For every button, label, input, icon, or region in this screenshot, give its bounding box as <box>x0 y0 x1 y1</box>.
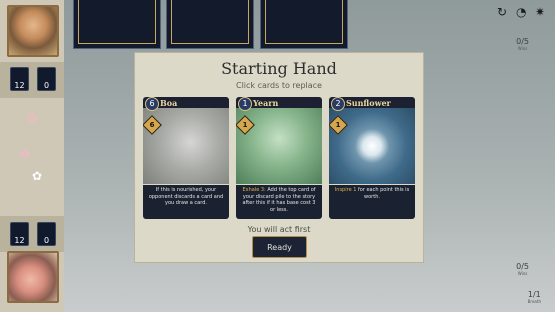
opponent-hand-card <box>260 0 348 49</box>
card-text: Inspire 1 for each point this is worth. <box>329 185 415 219</box>
card-text: Exhale 3: Add the top card of your disca… <box>236 185 322 219</box>
card-name: Yearn <box>253 98 279 108</box>
turn-order-text: You will act first <box>247 225 311 234</box>
player-hand-pile[interactable]: 0 <box>37 222 56 246</box>
flower-icon: ✿ <box>32 169 43 183</box>
card-cost: 2 <box>331 97 345 111</box>
player-deck-pile[interactable]: 12 <box>10 222 29 246</box>
opponent-hand-card <box>73 0 161 49</box>
undo-icon[interactable]: ↻ <box>497 6 507 18</box>
opponent-deck-pile[interactable]: 12 <box>10 67 29 91</box>
opponent-avatar[interactable] <box>7 5 59 57</box>
breath-counter: 1/1 Breath <box>527 290 541 304</box>
card-text: If this is nourished, your opponent disc… <box>143 185 229 219</box>
card-sunflower[interactable]: 2 Sunflower 1 Inspire 1 for each point t… <box>329 97 415 219</box>
starting-hand-dialog: Starting Hand Click cards to replace 6 B… <box>134 52 424 263</box>
card-cost: 1 <box>238 97 252 111</box>
opponent-hand-card <box>166 0 254 49</box>
speed-icon[interactable]: ◔ <box>516 6 526 18</box>
card-yearn[interactable]: 1 Yearn 1 Exhale 3: Add the top card of … <box>236 97 322 219</box>
card-boa[interactable]: 6 Boa 6 If this is nourished, your oppon… <box>143 97 229 219</box>
player-hand-count: 0 <box>43 236 50 245</box>
card-name: Boa <box>160 98 178 108</box>
settings-icon[interactable]: ✷ <box>535 6 545 18</box>
player-wins: 0/5 Wins <box>516 262 529 276</box>
player-deck-count: 12 <box>14 236 25 245</box>
flower-icon: ✿ <box>27 111 38 125</box>
opponent-hand-pile[interactable]: 0 <box>37 67 56 91</box>
flower-icon: ✿ <box>20 147 31 161</box>
opponent-deck-count: 12 <box>14 81 25 90</box>
ready-button[interactable]: Ready <box>252 236 307 258</box>
card-cost: 6 <box>145 97 159 111</box>
opponent-wins: 0/5 Wins <box>516 37 529 51</box>
card-name: Sunflower <box>346 98 391 108</box>
opponent-hand-count: 0 <box>43 81 50 90</box>
dialog-title: Starting Hand <box>221 59 337 78</box>
player-avatar[interactable] <box>7 251 59 303</box>
dialog-subtitle: Click cards to replace <box>236 81 322 90</box>
